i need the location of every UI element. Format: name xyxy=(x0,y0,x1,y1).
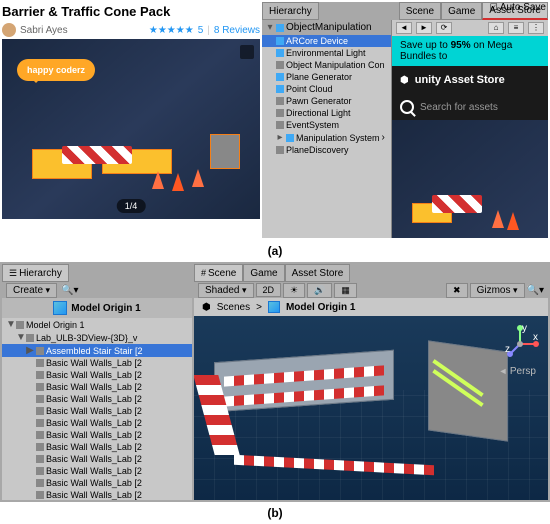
view-2d[interactable]: 2D xyxy=(256,283,282,297)
nav-forward[interactable]: ► xyxy=(416,22,432,34)
nav-menu[interactable]: ≡ xyxy=(508,22,524,34)
hierarchy-item[interactable]: Basic Wall Walls_Lab [2 xyxy=(2,453,192,465)
hierarchy-panel: ▾ ObjectManipulation ARCore Device Envir… xyxy=(262,20,392,238)
hierarchy-item[interactable]: Basic Wall Walls_Lab [2 xyxy=(2,357,192,369)
nav-more[interactable]: ⋮ xyxy=(528,22,544,34)
figure-label-b: (b) xyxy=(0,502,550,524)
hierarchy-item[interactable]: Basic Wall Walls_Lab [2 xyxy=(2,405,192,417)
store-search[interactable]: Search for assets xyxy=(392,94,548,120)
hierarchy-item[interactable]: ARCore Device xyxy=(262,35,391,47)
hierarchy-item[interactable]: Point Cloud xyxy=(262,83,391,95)
hierarchy-item[interactable]: ▼ Lab_ULB-3DView-{3D}_v xyxy=(2,331,192,344)
hierarchy-item[interactable]: Basic Wall Walls_Lab [2 xyxy=(2,441,192,453)
author[interactable]: Sabri Ayes xyxy=(20,25,68,36)
gizmos-dropdown[interactable]: Gizmos ▾ xyxy=(470,283,525,298)
hierarchy-item[interactable]: ▸ Manipulation System › xyxy=(262,131,391,144)
create-button[interactable]: Create ▾ xyxy=(6,283,57,298)
svg-text:y: y xyxy=(522,324,527,334)
reviews-link[interactable]: 8 Reviews xyxy=(214,25,260,36)
image-counter: 1/4 xyxy=(117,199,146,213)
star-rating: ★★★★★ xyxy=(149,25,194,36)
shaded-dropdown[interactable]: Shaded ▾ xyxy=(198,283,254,298)
tab-hierarchy-b[interactable]: ☰ Hierarchy xyxy=(2,264,69,282)
orientation-gizmo[interactable]: y x z xyxy=(500,324,540,364)
asset-preview-image[interactable]: happy coderz 1/4 xyxy=(2,39,260,219)
hierarchy-item[interactable]: Basic Wall Walls_Lab [2 xyxy=(2,417,192,429)
light-toggle[interactable]: ☀ xyxy=(283,283,305,298)
hierarchy-item[interactable]: Object Manipulation Con xyxy=(262,59,391,71)
promo-banner[interactable]: Save up to 95% on Mega Bundles to xyxy=(392,36,548,66)
unity-logo-icon: ⬢ xyxy=(400,75,409,86)
tab-game-b[interactable]: Game xyxy=(243,264,284,282)
tab-scene-b[interactable]: # Scene xyxy=(194,264,243,282)
nav-home[interactable]: ⌂ xyxy=(488,22,504,34)
tab-scene[interactable]: Scene xyxy=(399,2,441,20)
search-field-icon[interactable]: 🔍▾ xyxy=(61,285,78,296)
tab-store-b[interactable]: Asset Store xyxy=(285,264,351,282)
hierarchy-item[interactable]: EventSystem xyxy=(262,119,391,131)
search-scene[interactable]: 🔍▾ xyxy=(527,285,544,296)
svg-text:z: z xyxy=(505,344,510,355)
store-thumbnail[interactable] xyxy=(392,120,548,238)
asset-meta: Sabri Ayes ★★★★★ 5 | 8 Reviews xyxy=(2,21,260,39)
hierarchy-item[interactable]: Directional Light xyxy=(262,107,391,119)
hierarchy-scene-header[interactable]: ▾ ObjectManipulation xyxy=(262,20,391,35)
hierarchy-item[interactable]: Basic Wall Walls_Lab [2 xyxy=(2,465,192,477)
hierarchy-item[interactable]: PlaneDiscovery xyxy=(262,144,391,156)
hierarchy-item[interactable]: Pawn Generator xyxy=(262,95,391,107)
audio-toggle[interactable]: 🔊 xyxy=(307,283,332,298)
hierarchy-item[interactable]: Basic Wall Walls_Lab [2 xyxy=(2,369,192,381)
hierarchy-item[interactable]: Basic Wall Walls_Lab [2 xyxy=(2,429,192,441)
scene-viewport[interactable]: y x z ◄ Persp xyxy=(194,316,548,500)
avatar-icon xyxy=(2,23,16,37)
svg-text:x: x xyxy=(533,332,538,343)
hierarchy-item[interactable]: ▶ Assembled Stair Stair [2 xyxy=(2,344,192,357)
hierarchy-panel-b: ☰ Hierarchy Create ▾ 🔍▾ Model Origin 1 ▼… xyxy=(2,264,192,500)
asset-title: Barrier & Traffic Cone Pack xyxy=(2,2,260,21)
camera-btn[interactable]: ✖ xyxy=(446,283,468,298)
publisher-badge: happy coderz xyxy=(17,59,95,81)
unity-editor-a: Hierarchy Scene Game Asset Store ▾ Objec… xyxy=(262,2,548,238)
hierarchy-item[interactable]: Basic Wall Walls_Lab [2 xyxy=(2,393,192,405)
autosave-checkbox[interactable]: ☑ Auto Save xyxy=(490,2,546,13)
asset-card: Barrier & Traffic Cone Pack Sabri Ayes ★… xyxy=(2,2,260,238)
scene-breadcrumb: ⬢ Scenes > Model Origin 1 ☑ Auto Save xyxy=(194,298,548,316)
asset-store-pane: ◄ ► ⟳ ⌂ ≡ ⋮ Save up to 95% on Mega Bundl… xyxy=(392,20,548,238)
hierarchy-item[interactable]: Basic Wall Walls_Lab [2 xyxy=(2,489,192,500)
cube-icon xyxy=(53,301,67,315)
scene-panel-b: # Scene Game Asset Store Shaded ▾ 2D ☀ 🔊… xyxy=(194,264,548,500)
tab-hierarchy[interactable]: Hierarchy xyxy=(262,2,319,20)
scenes-icon: ⬢ xyxy=(202,302,211,313)
hierarchy-item[interactable]: ▼ Model Origin 1 xyxy=(2,318,192,331)
search-icon xyxy=(400,100,414,114)
fx-toggle[interactable]: ▦ xyxy=(334,283,357,298)
model-header: Model Origin 1 xyxy=(2,298,192,318)
rating-num: 5 xyxy=(198,25,204,36)
figure-label-a: (a) xyxy=(0,240,550,262)
expand-icon[interactable] xyxy=(240,45,254,59)
tab-game[interactable]: Game xyxy=(441,2,482,20)
hierarchy-item[interactable]: Environmental Light xyxy=(262,47,391,59)
hierarchy-item[interactable]: Basic Wall Walls_Lab [2 xyxy=(2,381,192,393)
nav-refresh[interactable]: ⟳ xyxy=(436,22,452,34)
nav-back[interactable]: ◄ xyxy=(396,22,412,34)
perspective-label[interactable]: ◄ Persp xyxy=(498,366,536,377)
hierarchy-item[interactable]: Plane Generator xyxy=(262,71,391,83)
hierarchy-item[interactable]: Basic Wall Walls_Lab [2 xyxy=(2,477,192,489)
store-header: ⬢ unity Asset Store xyxy=(392,66,548,94)
